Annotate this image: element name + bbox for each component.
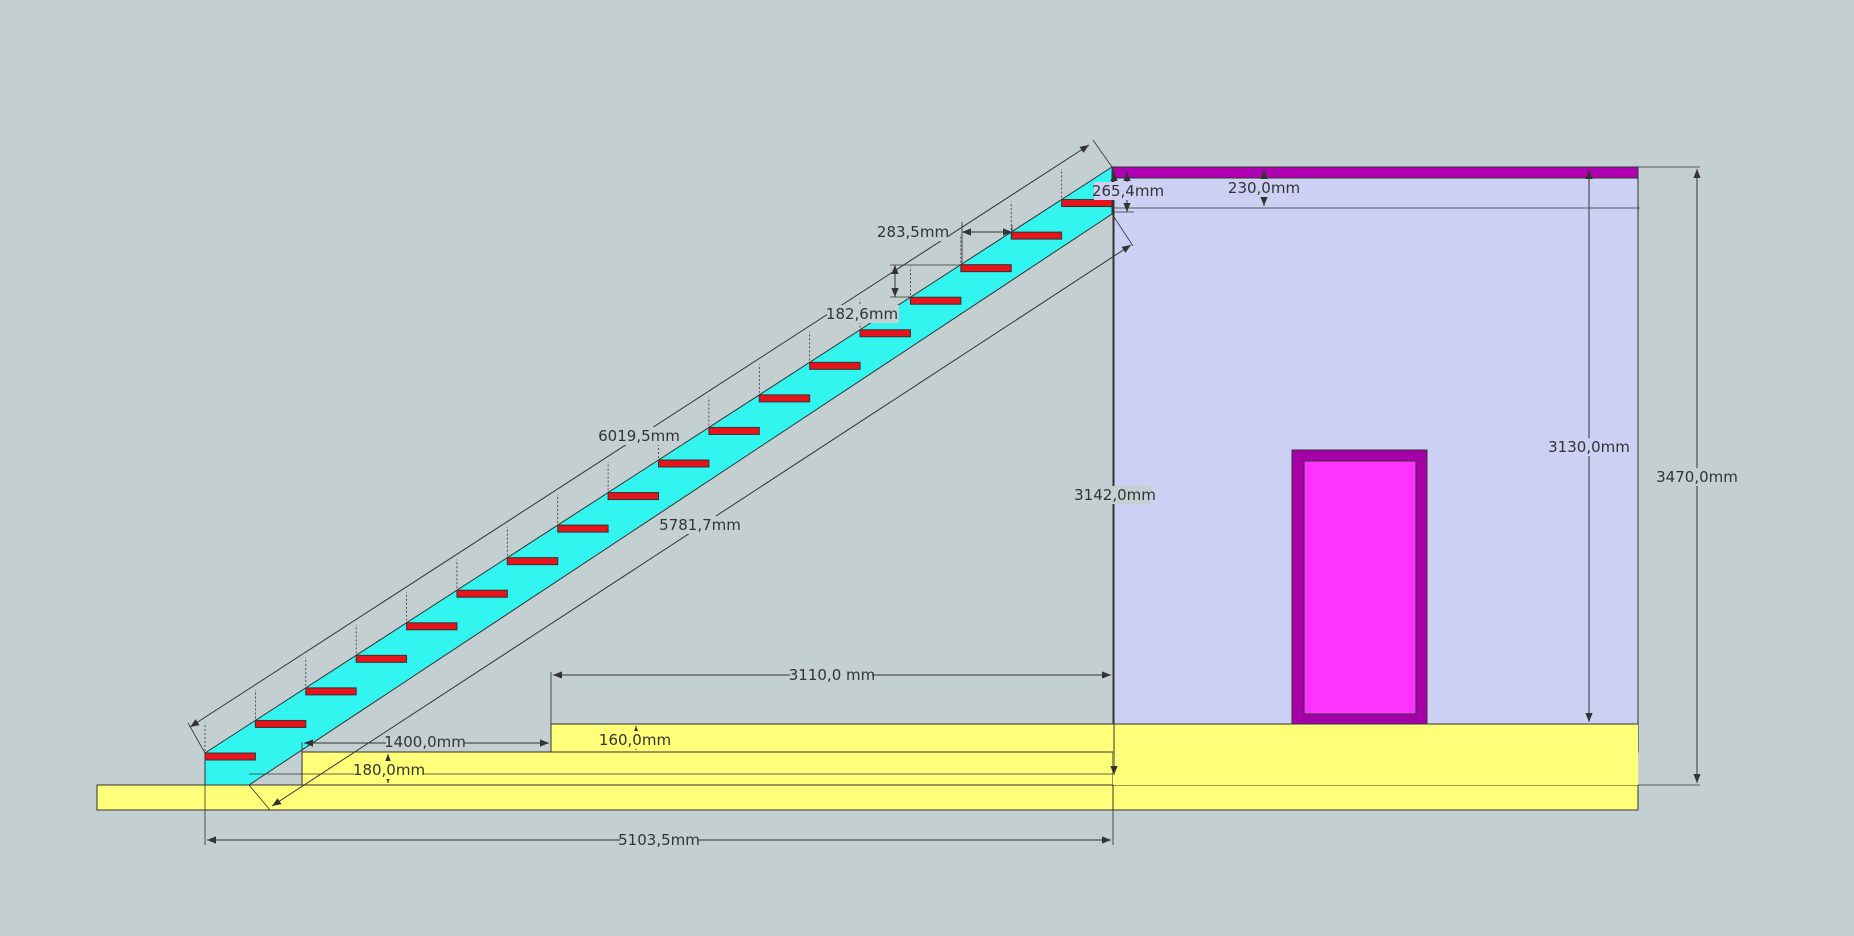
staircase-drawing: 6019,5mm 5781,7mm 283,5mm 182,6mm 265,4m… <box>96 139 1738 849</box>
label-first-step-length: 1400,0mm <box>384 733 466 751</box>
stair-tread <box>506 557 559 566</box>
label-total-height: 3470,0mm <box>1656 468 1738 486</box>
ground <box>96 723 1639 811</box>
stair-tread <box>909 296 962 305</box>
label-upper-floor-length: 3110,0 mm <box>789 666 875 684</box>
stair-tread <box>204 752 256 761</box>
label-wall-height: 3130,0mm <box>1548 438 1630 456</box>
stair-tread <box>658 459 710 468</box>
label-upper-step-height: 160,0mm <box>599 731 671 749</box>
label-slab-thickness: 230,0mm <box>1228 179 1300 197</box>
upper-slab <box>1112 166 1639 179</box>
stair-tread <box>1061 199 1113 208</box>
ground-base <box>96 784 1639 811</box>
stair-tread <box>254 719 307 728</box>
stair-tread <box>859 329 911 338</box>
label-stringer-top: 6019,5mm <box>598 427 680 445</box>
label-lower-step-height: 180,0mm <box>353 761 425 779</box>
stair-tread <box>355 654 408 663</box>
label-tread-depth: 283,5mm <box>877 223 949 241</box>
label-total-run: 5103,5mm <box>618 831 700 849</box>
door-panel <box>1303 460 1417 715</box>
stair-tread <box>607 492 659 501</box>
floor-under-wall <box>1113 724 1638 785</box>
stair-tread <box>960 264 1012 273</box>
label-step-rise: 182,6mm <box>826 305 898 323</box>
stair-tread <box>305 687 357 696</box>
stair-tread <box>809 361 861 370</box>
stair-tread <box>1010 231 1063 240</box>
stair-tread <box>456 589 508 598</box>
stair-tread <box>758 394 811 403</box>
door <box>1291 449 1428 725</box>
stair-tread <box>708 426 760 435</box>
stair-tread <box>557 524 609 533</box>
label-stringer-bottom: 5781,7mm <box>659 516 741 534</box>
stair-tread <box>406 622 458 631</box>
label-top-offset: 265,4mm <box>1092 182 1164 200</box>
label-stair-height: 3142,0mm <box>1074 486 1156 504</box>
